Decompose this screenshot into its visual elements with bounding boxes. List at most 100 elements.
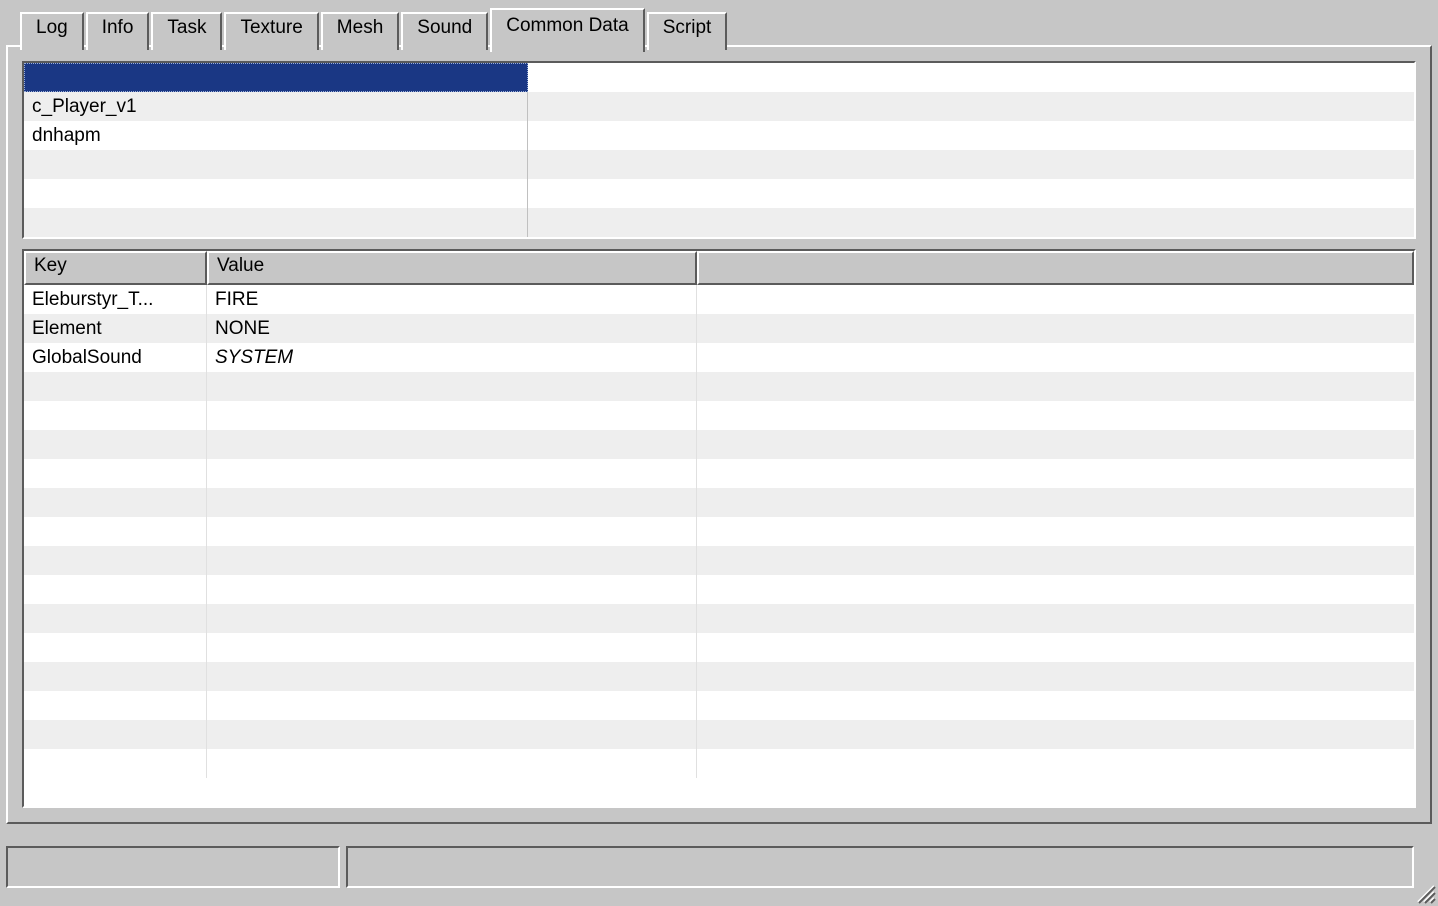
table-row[interactable] bbox=[24, 691, 1414, 720]
cell-value: SYSTEM bbox=[207, 343, 697, 372]
upper-list-panel[interactable]: c_Player_v1dnhapm bbox=[22, 61, 1416, 239]
cell-fill bbox=[697, 691, 1414, 720]
cell-fill bbox=[697, 488, 1414, 517]
cell-key bbox=[24, 488, 207, 517]
list-item[interactable] bbox=[24, 63, 1414, 92]
cell-key: GlobalSound bbox=[24, 343, 207, 372]
tab-log[interactable]: Log bbox=[20, 12, 84, 50]
cell-fill bbox=[697, 314, 1414, 343]
cell-value bbox=[207, 517, 697, 546]
tab-strip: Log Info Task Texture Mesh Sound Common Data Sc… bbox=[20, 8, 1438, 48]
cell-key bbox=[24, 401, 207, 430]
cell-value bbox=[207, 546, 697, 575]
cell-value bbox=[207, 662, 697, 691]
keyvalue-panel[interactable]: Key Value Eleburstyr_T...FIREElementNONE… bbox=[22, 249, 1416, 808]
list-cell-extra bbox=[528, 92, 1414, 121]
tab-sound[interactable]: Sound bbox=[401, 12, 488, 50]
cell-key bbox=[24, 633, 207, 662]
cell-key: Eleburstyr_T... bbox=[24, 285, 207, 314]
cell-fill bbox=[697, 662, 1414, 691]
column-header-value[interactable]: Value bbox=[207, 251, 697, 285]
list-cell-name bbox=[24, 208, 528, 237]
cell-fill bbox=[697, 343, 1414, 372]
cell-fill bbox=[697, 546, 1414, 575]
status-pane-1 bbox=[6, 846, 340, 888]
cell-value: NONE bbox=[207, 314, 697, 343]
keyvalue-header: Key Value bbox=[24, 251, 1414, 285]
tab-label: Task bbox=[167, 17, 206, 38]
main-window: Log Info Task Texture Mesh Sound Common Data Sc… bbox=[0, 0, 1438, 830]
cell-value bbox=[207, 604, 697, 633]
table-row[interactable] bbox=[24, 575, 1414, 604]
cell-key bbox=[24, 662, 207, 691]
cell-key bbox=[24, 575, 207, 604]
cell-value bbox=[207, 749, 697, 778]
list-item[interactable]: dnhapm bbox=[24, 121, 1414, 150]
tab-label: Mesh bbox=[337, 17, 383, 38]
resize-grip-icon[interactable] bbox=[1414, 882, 1436, 904]
cell-value bbox=[207, 575, 697, 604]
list-cell-extra bbox=[528, 150, 1414, 179]
list-item[interactable] bbox=[24, 179, 1414, 208]
tab-label: Common Data bbox=[506, 15, 629, 36]
cell-key: Element bbox=[24, 314, 207, 343]
table-row[interactable] bbox=[24, 662, 1414, 691]
status-pane-2 bbox=[346, 846, 1414, 888]
table-row[interactable] bbox=[24, 401, 1414, 430]
table-row[interactable] bbox=[24, 546, 1414, 575]
upper-list: c_Player_v1dnhapm bbox=[24, 63, 1414, 237]
tab-task[interactable]: Task bbox=[151, 12, 222, 50]
tab-label: Sound bbox=[417, 17, 472, 38]
status-bar bbox=[0, 826, 1438, 906]
cell-key bbox=[24, 546, 207, 575]
tab-texture[interactable]: Texture bbox=[224, 12, 318, 50]
cell-value bbox=[207, 488, 697, 517]
tab-page: c_Player_v1dnhapm Key Value Eleburstyr_T… bbox=[6, 45, 1432, 824]
cell-fill bbox=[697, 720, 1414, 749]
tab-script[interactable]: Script bbox=[647, 12, 728, 50]
table-row[interactable] bbox=[24, 720, 1414, 749]
table-row[interactable] bbox=[24, 488, 1414, 517]
tab-label: Script bbox=[663, 17, 712, 38]
list-cell-extra bbox=[528, 208, 1414, 237]
tab-common-data[interactable]: Common Data bbox=[490, 8, 645, 52]
cell-key bbox=[24, 517, 207, 546]
table-row[interactable]: ElementNONE bbox=[24, 314, 1414, 343]
list-item[interactable]: c_Player_v1 bbox=[24, 92, 1414, 121]
table-row[interactable] bbox=[24, 604, 1414, 633]
cell-value: FIRE bbox=[207, 285, 697, 314]
cell-fill bbox=[697, 401, 1414, 430]
cell-key bbox=[24, 604, 207, 633]
table-row[interactable]: GlobalSoundSYSTEM bbox=[24, 343, 1414, 372]
list-cell-extra bbox=[528, 179, 1414, 208]
cell-fill bbox=[697, 285, 1414, 314]
table-row[interactable] bbox=[24, 372, 1414, 401]
cell-fill bbox=[697, 604, 1414, 633]
tab-label: Texture bbox=[240, 17, 302, 38]
tab-mesh[interactable]: Mesh bbox=[321, 12, 399, 50]
table-row[interactable] bbox=[24, 749, 1414, 778]
cell-fill bbox=[697, 575, 1414, 604]
table-row[interactable] bbox=[24, 430, 1414, 459]
cell-value bbox=[207, 633, 697, 662]
cell-key bbox=[24, 720, 207, 749]
cell-fill bbox=[697, 633, 1414, 662]
cell-value bbox=[207, 401, 697, 430]
cell-value bbox=[207, 430, 697, 459]
list-cell-extra bbox=[528, 63, 1414, 92]
list-cell-name: dnhapm bbox=[24, 121, 528, 150]
cell-value bbox=[207, 720, 697, 749]
column-header-key[interactable]: Key bbox=[24, 251, 207, 285]
cell-value bbox=[207, 691, 697, 720]
tab-label: Info bbox=[102, 17, 134, 38]
cell-value bbox=[207, 372, 697, 401]
table-row[interactable] bbox=[24, 459, 1414, 488]
list-item[interactable] bbox=[24, 208, 1414, 237]
table-row[interactable] bbox=[24, 633, 1414, 662]
cell-key bbox=[24, 430, 207, 459]
list-item[interactable] bbox=[24, 150, 1414, 179]
table-row[interactable]: Eleburstyr_T...FIRE bbox=[24, 285, 1414, 314]
tab-info[interactable]: Info bbox=[86, 12, 150, 50]
list-cell-name: c_Player_v1 bbox=[24, 92, 528, 121]
table-row[interactable] bbox=[24, 517, 1414, 546]
